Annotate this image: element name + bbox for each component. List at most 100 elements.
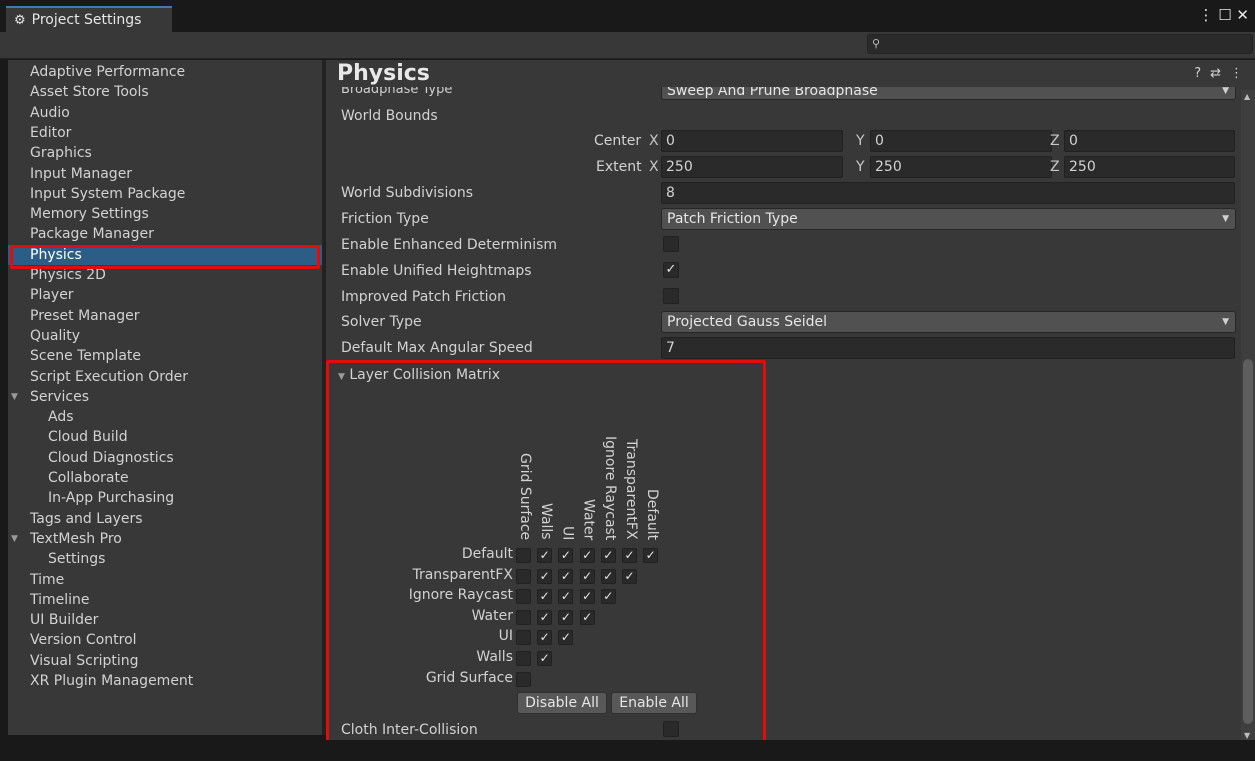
sidebar-item-label: Graphics <box>30 145 92 162</box>
window-bottom-edge <box>0 740 1255 761</box>
sidebar-item-quality[interactable]: Quality <box>8 326 322 346</box>
header-icons: ? ⇄ ⋮ <box>1194 66 1243 81</box>
sidebar-item-label: Editor <box>30 124 72 141</box>
world-subdivisions-field[interactable]: 8 <box>661 182 1235 204</box>
sidebar-item-asset-store-tools[interactable]: Asset Store Tools <box>8 82 322 102</box>
sidebar-item-settings[interactable]: Settings <box>8 549 322 569</box>
sidebar-item-scene-template[interactable]: Scene Template <box>8 346 322 366</box>
sidebar-item-label: Ads <box>48 409 74 426</box>
sidebar-item-label: Visual Scripting <box>30 652 139 669</box>
max-angular-speed-label: Default Max Angular Speed <box>341 340 533 356</box>
sidebar-item-label: Tags and Layers <box>30 510 143 527</box>
sidebar-item-label: Package Manager <box>30 226 154 243</box>
sidebar-item-label: Input Manager <box>30 165 133 182</box>
center-x-field[interactable]: 0 <box>661 130 843 152</box>
solver-type-value: Projected Gauss Seidel <box>667 314 827 330</box>
chevron-down-icon: ▼ <box>1222 317 1229 327</box>
vertical-scrollbar[interactable]: ▲ ▼ <box>1241 90 1255 740</box>
sidebar-item-time[interactable]: Time <box>8 570 322 590</box>
help-icon[interactable]: ? <box>1194 66 1201 81</box>
sidebar-item-label: Asset Store Tools <box>30 84 149 101</box>
extent-y-field[interactable]: 250 <box>870 156 1052 178</box>
improved-patch-friction-checkbox[interactable] <box>663 288 679 304</box>
unified-heightmaps-checkbox[interactable]: ✓ <box>663 262 679 278</box>
sidebar-item-preset-manager[interactable]: Preset Manager <box>8 306 322 326</box>
sidebar-item-label: Cloud Diagnostics <box>48 449 174 466</box>
extent-y-label: Y <box>856 159 865 175</box>
sidebar-item-label: Settings <box>48 551 106 568</box>
checkmark-icon: ✓ <box>665 262 677 277</box>
preset-icon[interactable]: ⇄ <box>1210 66 1221 81</box>
sidebar-item-cloud-build[interactable]: Cloud Build <box>8 427 322 447</box>
sidebar-item-tags-and-layers[interactable]: Tags and Layers <box>8 509 322 529</box>
improved-patch-friction-label: Improved Patch Friction <box>341 289 506 305</box>
tab-title: Project Settings <box>31 12 142 28</box>
extent-x-field[interactable]: 250 <box>661 156 843 178</box>
tab-project-settings[interactable]: ⚙ Project Settings <box>6 6 172 32</box>
sidebar-item-input-manager[interactable]: Input Manager <box>8 164 322 184</box>
sidebar-item-graphics[interactable]: Graphics <box>8 143 322 163</box>
sidebar-item-label: Version Control <box>30 632 137 649</box>
max-angular-speed-field[interactable]: 7 <box>661 337 1235 359</box>
window-controls-glyphs[interactable]: ⋮ ☐ ✕ <box>1198 6 1249 24</box>
scroll-thumb[interactable] <box>1243 359 1253 724</box>
window-controls[interactable]: ⋮ ☐ ✕ <box>1198 6 1249 24</box>
sidebar-item-ui-builder[interactable]: UI Builder <box>8 610 322 630</box>
sidebar-item-script-execution-order[interactable]: Script Execution Order <box>8 367 322 387</box>
solver-type-label: Solver Type <box>341 314 422 330</box>
sidebar-item-package-manager[interactable]: Package Manager <box>8 224 322 244</box>
more-icon[interactable]: ⋮ <box>1230 66 1243 81</box>
search-icon: ⚲ <box>872 37 881 50</box>
gear-icon: ⚙ <box>14 12 26 28</box>
scroll-up-icon[interactable]: ▲ <box>1244 92 1250 101</box>
enhanced-determinism-checkbox[interactable] <box>663 236 679 252</box>
extent-label: Extent <box>596 159 642 175</box>
friction-type-dropdown[interactable]: Patch Friction Type ▼ <box>661 208 1236 230</box>
sidebar-item-timeline[interactable]: Timeline <box>8 590 322 610</box>
chevron-down-icon: ▼ <box>1222 214 1229 224</box>
window-titlebar: ⚙ Project Settings ⋮ ☐ ✕ <box>0 0 1255 32</box>
sidebar-item-label: Collaborate <box>48 470 129 486</box>
chevron-down-icon: ▼ <box>1222 86 1229 96</box>
physics-settings-panel: Broadphase Type Sweep And Prune Broadpha… <box>326 60 1255 740</box>
foldout-triangle-icon[interactable]: ▼ <box>11 529 18 549</box>
sidebar-item-label: Input System Package <box>30 185 186 202</box>
world-bounds-label: World Bounds <box>341 108 438 124</box>
sidebar-item-in-app-purchasing[interactable]: In-App Purchasing <box>8 488 322 508</box>
center-y-field[interactable]: 0 <box>870 130 1052 152</box>
extent-z-label: Z <box>1050 159 1060 175</box>
settings-sidebar: Adaptive Performance Asset Store Tools Aud… <box>8 60 322 735</box>
sidebar-item-label: Preset Manager <box>30 307 140 324</box>
center-z-label: Z <box>1050 133 1060 149</box>
sidebar-item-xr-plugin-management[interactable]: XR Plugin Management <box>8 671 322 691</box>
sidebar-item-memory-settings[interactable]: Memory Settings <box>8 204 322 224</box>
friction-type-value: Patch Friction Type <box>667 211 798 227</box>
sidebar-item-visual-scripting[interactable]: Visual Scripting <box>8 651 322 671</box>
sidebar-item-player[interactable]: Player <box>8 285 322 305</box>
sidebar-item-label: In-App Purchasing <box>48 490 175 507</box>
extent-z-field[interactable]: 250 <box>1064 156 1235 178</box>
page-title: Physics <box>337 61 436 87</box>
solver-type-dropdown[interactable]: Projected Gauss Seidel ▼ <box>661 311 1236 333</box>
center-label: Center <box>594 133 642 149</box>
sidebar-item-label: Memory Settings <box>30 206 149 223</box>
sidebar-item-label: Timeline <box>30 591 90 608</box>
sidebar-item-input-system-package[interactable]: Input System Package <box>8 184 322 204</box>
sidebar-item-adaptive-performance[interactable]: Adaptive Performance <box>8 62 322 82</box>
scroll-down-icon[interactable]: ▼ <box>1244 731 1250 740</box>
foldout-triangle-icon[interactable]: ▼ <box>11 387 18 407</box>
broadphase-dropdown[interactable]: Sweep And Prune Broadphase ▼ <box>661 86 1236 100</box>
sidebar-item-cloud-diagnostics[interactable]: Cloud Diagnostics <box>8 448 322 468</box>
sidebar-item-collaborate[interactable]: Collaborate <box>8 468 322 488</box>
sidebar-item-textmesh-pro[interactable]: ▼ TextMesh Pro <box>8 529 322 549</box>
sidebar-item-editor[interactable]: Editor <box>8 123 322 143</box>
sidebar-item-ads[interactable]: Ads <box>8 407 322 427</box>
center-z-field[interactable]: 0 <box>1064 130 1235 152</box>
search-input[interactable]: ⚲ <box>867 34 1253 54</box>
sidebar-item-version-control[interactable]: Version Control <box>8 630 322 650</box>
sidebar-item-label: UI Builder <box>30 612 99 629</box>
sidebar-item-audio[interactable]: Audio <box>8 103 322 123</box>
sidebar-item-services[interactable]: ▼ Services <box>8 387 322 407</box>
sidebar-item-label: Scene Template <box>30 348 142 365</box>
highlight-box-layer-matrix <box>326 360 766 740</box>
